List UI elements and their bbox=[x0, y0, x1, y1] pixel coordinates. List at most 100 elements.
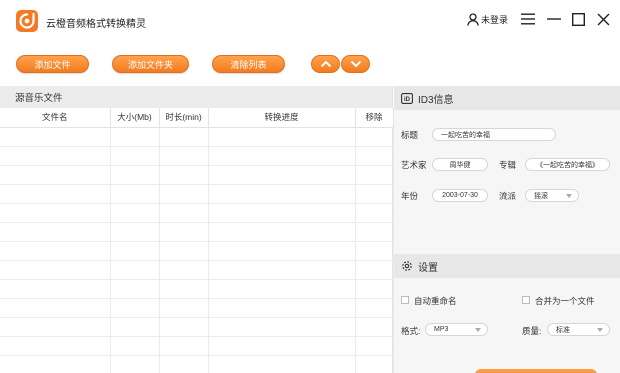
title-label: 标题 bbox=[401, 130, 419, 140]
move-up-button[interactable] bbox=[311, 55, 340, 73]
artist-label: 艺术家 bbox=[401, 160, 427, 170]
table-cell bbox=[0, 355, 111, 373]
svg-text:iD: iD bbox=[404, 97, 411, 103]
genre-label: 流派 bbox=[499, 191, 517, 201]
column-header-progress[interactable]: 转换进度 bbox=[208, 108, 356, 128]
close-icon bbox=[597, 13, 609, 25]
table-row[interactable] bbox=[0, 127, 394, 147]
merge-files-checkbox[interactable] bbox=[522, 296, 530, 304]
album-field[interactable]: 《一起吃苦的幸福》 bbox=[525, 158, 610, 171]
clear-list-button[interactable]: 清除列表 bbox=[212, 55, 285, 73]
table-cell bbox=[355, 222, 394, 242]
column-header-duration[interactable]: 时长(min) bbox=[159, 108, 209, 128]
table-row[interactable] bbox=[0, 355, 394, 373]
id3-section-title: ID3信息 bbox=[418, 94, 454, 106]
table-cell bbox=[355, 260, 394, 280]
column-header-size[interactable]: 大小(Mb) bbox=[110, 108, 160, 128]
quality-value: 标准 bbox=[556, 326, 570, 334]
table-cell bbox=[159, 355, 209, 373]
table-cell bbox=[208, 298, 356, 318]
column-header-filename[interactable]: 文件名 bbox=[0, 108, 111, 128]
table-row[interactable] bbox=[0, 203, 394, 223]
table-cell bbox=[110, 241, 160, 261]
album-label: 专辑 bbox=[499, 160, 517, 170]
settings-section-title: 设置 bbox=[418, 262, 438, 274]
auto-rename-checkbox[interactable] bbox=[401, 296, 409, 304]
table-cell bbox=[0, 146, 111, 166]
merge-files-label: 合并为一个文件 bbox=[535, 296, 595, 306]
app-title: 云橙音频格式转换精灵 bbox=[46, 19, 146, 30]
add-file-button[interactable]: 添加文件 bbox=[16, 55, 89, 73]
table-cell bbox=[159, 165, 209, 185]
table-cell bbox=[159, 336, 209, 356]
table-cell bbox=[110, 317, 160, 337]
table-cell bbox=[159, 146, 209, 166]
table-row[interactable] bbox=[0, 298, 394, 318]
table-cell bbox=[0, 184, 111, 204]
table-cell bbox=[355, 317, 394, 337]
table-cell bbox=[208, 203, 356, 223]
table-cell bbox=[208, 355, 356, 373]
table-cell bbox=[110, 355, 160, 373]
add-folder-button[interactable]: 添加文件夹 bbox=[112, 55, 189, 73]
source-files-title: 源音乐文件 bbox=[0, 86, 392, 108]
table-row[interactable] bbox=[0, 241, 394, 261]
table-row[interactable] bbox=[0, 222, 394, 242]
format-select[interactable]: MP3 bbox=[425, 323, 488, 336]
convert-button[interactable] bbox=[475, 369, 597, 373]
menu-button[interactable] bbox=[519, 10, 537, 28]
table-cell bbox=[355, 336, 394, 356]
menu-icon bbox=[521, 13, 535, 25]
table-cell bbox=[355, 298, 394, 318]
minimize-icon bbox=[547, 18, 561, 20]
source-files-panel: 源音乐文件 文件名 大小(Mb) 时长(min) 转换进度 移除 bbox=[0, 86, 394, 373]
genre-select[interactable]: 摇滚 bbox=[525, 189, 579, 202]
table-cell bbox=[208, 241, 356, 261]
table-cell bbox=[208, 317, 356, 337]
close-button[interactable] bbox=[594, 10, 612, 28]
quality-label: 质量: bbox=[522, 326, 542, 336]
move-down-button[interactable] bbox=[341, 55, 370, 73]
maximize-button[interactable] bbox=[569, 10, 587, 28]
table-cell bbox=[208, 165, 356, 185]
table-cell bbox=[159, 260, 209, 280]
gear-icon bbox=[402, 261, 412, 271]
table-cell bbox=[110, 279, 160, 299]
table-cell bbox=[208, 336, 356, 356]
table-cell bbox=[110, 260, 160, 280]
table-cell bbox=[208, 146, 356, 166]
table-cell bbox=[355, 165, 394, 185]
login-label: 未登录 bbox=[481, 14, 509, 25]
table-row[interactable] bbox=[0, 146, 394, 166]
table-cell bbox=[355, 203, 394, 223]
chevron-down-icon bbox=[350, 60, 361, 68]
minimize-button[interactable] bbox=[545, 10, 563, 28]
table-cell bbox=[0, 203, 111, 223]
file-table[interactable]: 文件名 大小(Mb) 时长(min) 转换进度 移除 bbox=[0, 108, 394, 373]
table-cell bbox=[110, 336, 160, 356]
column-header-remove[interactable]: 移除 bbox=[355, 108, 394, 128]
table-cell bbox=[110, 184, 160, 204]
title-field[interactable]: 一起吃苦的幸福 bbox=[432, 128, 556, 141]
table-row[interactable] bbox=[0, 336, 394, 356]
table-row[interactable] bbox=[0, 279, 394, 299]
artist-field[interactable]: 周华健 bbox=[432, 158, 488, 171]
table-row[interactable] bbox=[0, 184, 394, 204]
login-link[interactable]: 未登录 bbox=[467, 10, 508, 28]
table-cell bbox=[159, 184, 209, 204]
table-row[interactable] bbox=[0, 260, 394, 280]
auto-rename-label: 自动重命名 bbox=[414, 296, 457, 306]
quality-select[interactable]: 标准 bbox=[547, 323, 610, 336]
genre-dropdown-caret-icon bbox=[566, 194, 572, 198]
table-row[interactable] bbox=[0, 317, 394, 337]
table-row[interactable] bbox=[0, 165, 394, 185]
table-cell bbox=[355, 127, 394, 147]
table-cell bbox=[159, 279, 209, 299]
table-cell bbox=[0, 317, 111, 337]
title-bar: 云橙音频格式转换精灵 未登录 bbox=[0, 0, 620, 38]
format-value: MP3 bbox=[434, 326, 449, 333]
table-cell bbox=[110, 298, 160, 318]
year-field[interactable]: 2003-07-30 bbox=[432, 189, 488, 202]
table-cell bbox=[159, 241, 209, 261]
table-cell bbox=[0, 127, 111, 147]
